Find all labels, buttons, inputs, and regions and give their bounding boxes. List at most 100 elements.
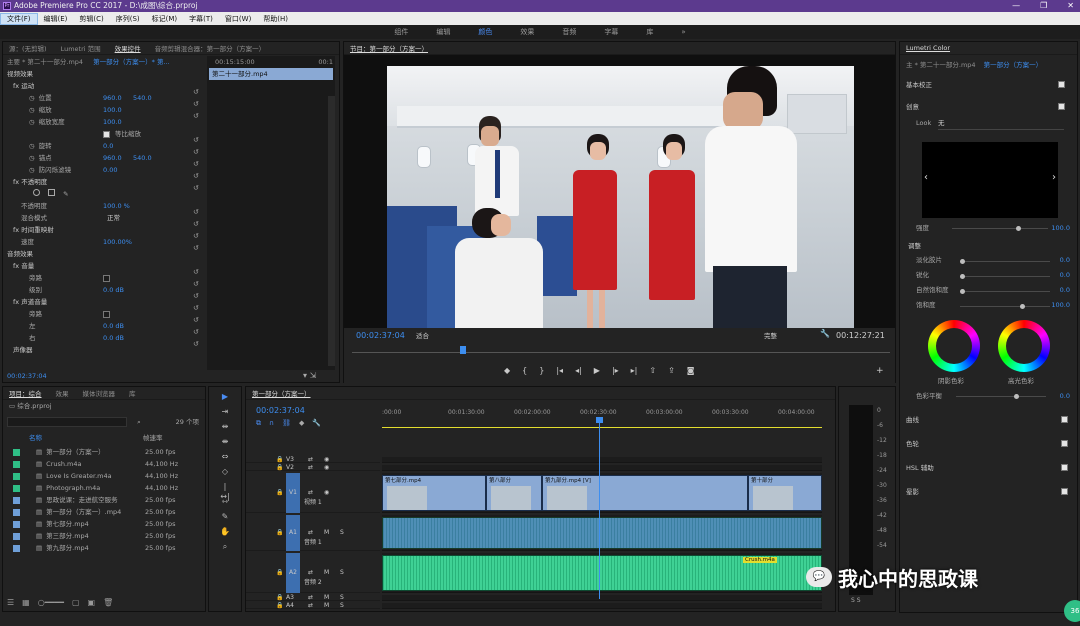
workspace-libraries[interactable]: 库 [632,25,667,39]
label-color-swatch[interactable] [13,472,20,480]
creative-section[interactable]: 创意 [906,103,919,111]
tint-balance-value[interactable]: 0.0 [1060,390,1070,402]
tab-lumetri-scopes[interactable]: Lumetri 范围 [61,43,101,53]
stopwatch-icon[interactable]: ◷ [29,154,35,162]
stopwatch-icon[interactable]: ◷ [29,166,35,174]
stopwatch-icon[interactable]: ◷ [29,94,35,102]
motion-property-value-1[interactable]: 100.0 [103,116,122,128]
reset-icon[interactable]: ↺ [193,338,203,350]
menu-window[interactable]: 窗口(W) [219,14,257,24]
project-list-item[interactable]: ▤ Crush.m4a 44,100 Hz [3,458,205,470]
project-list-item[interactable]: ▤ 第一部分（方案一）.mp4 25.00 fps [3,506,205,518]
add-button-icon[interactable]: + [876,366,884,376]
label-color-swatch[interactable] [13,448,20,456]
basic-correction-section[interactable]: 基本校正 [906,81,932,89]
basic-correction-checkbox[interactable] [1058,81,1065,88]
sync-lock-icon[interactable]: ⇄ [308,569,313,576]
sync-lock-icon[interactable]: ⇄ [308,464,313,471]
project-list-item[interactable]: ▤ 第三部分.mp4 25.00 fps [3,530,205,542]
new-item-icon[interactable]: ▣ [88,598,96,607]
nest-icon[interactable]: ⧉ [256,419,261,428]
bypass-checkbox-2[interactable] [103,311,110,318]
motion-property-value-1[interactable]: 960.0 [103,92,122,104]
rolling-edit-tool-icon[interactable]: ⇼ [220,437,230,447]
playhead-handle[interactable] [596,417,603,423]
play-icon[interactable]: ▶ [594,366,600,375]
track-target[interactable]: A4 [286,602,294,610]
close-button[interactable]: ✕ [1067,0,1074,12]
visibility-icon[interactable]: ◉ [324,489,329,496]
menu-clip[interactable]: 剪辑(C) [73,14,109,24]
adjust-slider[interactable] [960,274,1050,279]
menu-title[interactable]: 字幕(T) [183,14,219,24]
motion-property-value-2[interactable]: 540.0 [133,152,152,164]
hand-tool-icon[interactable]: ✋ [220,527,230,537]
motion-property-value-1[interactable]: 0.0 [103,140,113,152]
linked-selection-icon[interactable]: ⛓ [282,419,291,428]
go-to-in-icon[interactable]: |◂ [556,366,563,375]
project-list-item[interactable]: ▤ Love Is Greater.m4a 44,100 Hz [3,470,205,482]
project-list-item[interactable]: ▤ Photograph.m4a 44,100 Hz [3,482,205,494]
menu-marker[interactable]: 标记(M) [146,14,184,24]
visibility-icon[interactable]: ◉ [324,464,329,471]
solo-button[interactable]: S [340,569,344,576]
right-channel-value[interactable]: 0.0 dB [103,332,124,344]
timeline-sequence-tab[interactable]: 第一部分（方案一） [252,388,311,398]
lock-icon[interactable]: 🔒 [276,529,283,536]
intensity-slider[interactable] [952,226,1048,231]
audio-clip[interactable] [382,517,822,549]
export-frame-icon[interactable]: ◙ [687,366,695,375]
slip-tool-icon[interactable]: |↔| [220,482,230,501]
tab-project[interactable]: 项目：综合 [9,388,42,398]
track-lane[interactable] [382,515,822,551]
stopwatch-icon[interactable]: ◷ [29,106,35,114]
name-column-header[interactable]: 名称 [29,434,42,442]
track-lane[interactable] [382,457,822,463]
track-lane[interactable] [382,603,822,609]
solo-button[interactable]: S [340,529,344,536]
reset-icon[interactable]: ↺ [193,86,203,98]
stopwatch-icon[interactable]: ◷ [29,142,35,150]
video-clip[interactable]: 第九部分.mp4 [V] [542,475,748,511]
reset-icon[interactable]: ↺ [193,146,203,158]
track-lane[interactable] [382,595,822,601]
intensity-value[interactable]: 100.0 [1051,222,1070,234]
label-color-swatch[interactable] [13,508,20,516]
label-color-swatch[interactable] [13,532,20,540]
new-bin-icon[interactable]: ▢ [72,598,80,607]
mute-icon[interactable]: M [324,594,329,601]
sync-lock-icon[interactable]: ⇄ [308,489,313,496]
reset-icon[interactable]: ↺ [193,290,203,302]
zoom-select[interactable]: 适合 [416,330,429,342]
solo-button[interactable]: S [340,602,344,609]
mute-icon[interactable]: M [324,569,329,576]
program-playhead[interactable] [460,346,466,354]
program-timecode[interactable]: 00:02:37:04 [356,330,405,342]
quality-select[interactable]: 完整 [764,330,777,342]
track-target[interactable]: V3 [286,456,294,464]
tab-effects[interactable]: 效果 [56,388,69,398]
menu-help[interactable]: 帮助(H) [257,14,294,24]
track-lane[interactable]: Crush.m4a [382,553,822,593]
bypass-checkbox[interactable] [103,275,110,282]
wrench-icon[interactable]: 🔧 [820,329,830,338]
video-clip[interactable]: 第八部分 [486,475,542,511]
highlight-color-wheel[interactable] [998,320,1050,372]
reset-icon[interactable]: ↺ [193,230,203,242]
lumetri-sequence-select[interactable]: 第一部分（方案一） [984,61,1043,69]
list-view-icon[interactable]: ☰ [7,598,14,607]
adjust-value[interactable]: 0.0 [1060,284,1070,296]
audio-clip[interactable]: Crush.m4a [382,555,822,591]
lift-icon[interactable]: ⇧ [649,366,656,375]
program-scrubber[interactable] [352,352,890,353]
visibility-icon[interactable]: ◉ [324,456,329,463]
lock-icon[interactable]: 🔒 [276,456,283,463]
reset-icon[interactable]: ↺ [193,242,203,254]
lumetri-section[interactable]: 晕影 [906,480,1074,504]
workspace-audio[interactable]: 音频 [548,25,590,39]
lumetri-section-checkbox[interactable] [1061,440,1068,447]
export-frame-icon[interactable]: ⇲ [310,371,317,380]
tab-effect-controls[interactable]: 效果控件 [115,43,141,53]
reset-icon[interactable]: ↺ [193,302,203,314]
opacity-effect[interactable]: fx 不透明度 [3,176,205,188]
